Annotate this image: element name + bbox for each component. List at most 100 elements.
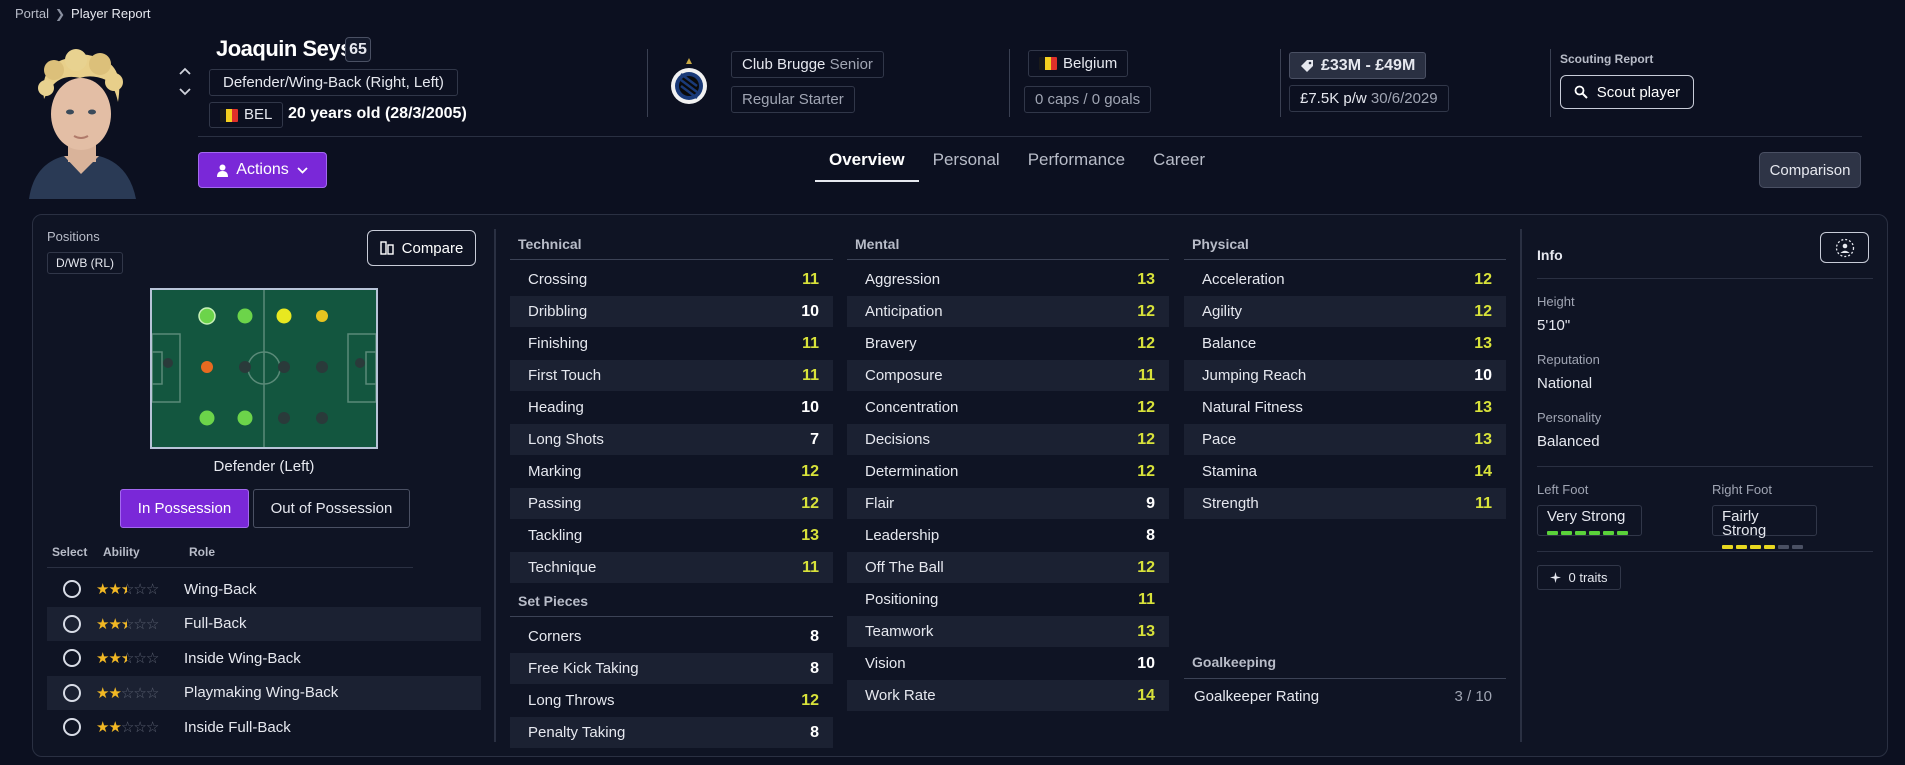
attribute-value: 12 bbox=[801, 462, 819, 480]
role-name: Inside Full-Back bbox=[184, 718, 291, 736]
position-pitch bbox=[150, 288, 378, 449]
attribute-value: 11 bbox=[1138, 590, 1155, 608]
attribute-row: Long Shots 7 bbox=[510, 424, 833, 455]
attribute-row: Vision 10 bbox=[847, 648, 1169, 679]
attribute-value: 11 bbox=[802, 334, 819, 352]
attribute-row: Leadership 8 bbox=[847, 520, 1169, 551]
attribute-row: Crossing 11 bbox=[510, 264, 833, 295]
attribute-value: 12 bbox=[1137, 398, 1155, 416]
compare-button[interactable]: Compare bbox=[367, 230, 476, 266]
info-divider bbox=[1537, 278, 1873, 279]
attribute-row: Penalty Taking 8 bbox=[510, 717, 833, 748]
physical-title: Physical bbox=[1192, 236, 1249, 252]
attribute-row: Strength 11 bbox=[1184, 488, 1506, 519]
next-player-button[interactable] bbox=[176, 83, 194, 101]
attribute-value: 14 bbox=[1474, 462, 1492, 480]
role-row[interactable]: ★★☆★☆☆Inside Wing-Back bbox=[47, 641, 481, 675]
role-select-radio[interactable] bbox=[63, 614, 81, 633]
profile-icon bbox=[1835, 238, 1854, 257]
person-icon bbox=[217, 164, 229, 177]
attribute-name: Composure bbox=[865, 367, 943, 384]
attribute-row: Marking 12 bbox=[510, 456, 833, 487]
attribute-value: 9 bbox=[1146, 494, 1155, 512]
tab-career[interactable]: Career bbox=[1139, 150, 1219, 182]
star-icon: ★ bbox=[108, 650, 121, 667]
attribute-name: Decisions bbox=[865, 431, 931, 448]
attribute-value: 8 bbox=[810, 723, 819, 741]
star-icon: ☆ bbox=[133, 684, 146, 702]
traits-button[interactable]: 0 traits bbox=[1537, 565, 1621, 590]
role-select-radio[interactable] bbox=[63, 718, 81, 736]
attribute-row: Dribbling 10 bbox=[510, 296, 833, 327]
role-select-radio[interactable] bbox=[63, 683, 81, 702]
foot-strength-bar bbox=[1547, 531, 1558, 535]
header-divider bbox=[1280, 49, 1281, 117]
attribute-name: Pace bbox=[1202, 431, 1237, 448]
personality-value: Balanced bbox=[1537, 433, 1600, 450]
attribute-name: Positioning bbox=[865, 591, 939, 608]
player-name: Joaquin Seys bbox=[216, 36, 352, 61]
value-chip: £33M - £49M bbox=[1289, 52, 1427, 79]
chevron-down-icon bbox=[179, 88, 191, 96]
attribute-name: Dribbling bbox=[528, 303, 588, 320]
tab-overview[interactable]: Overview bbox=[815, 150, 919, 182]
chevron-down-icon bbox=[297, 166, 308, 174]
comparison-button[interactable]: Comparison bbox=[1759, 152, 1861, 188]
attribute-value: 12 bbox=[1474, 270, 1492, 288]
right-foot-rating: Fairly Strong bbox=[1712, 505, 1817, 549]
attribute-row: Finishing 11 bbox=[510, 328, 833, 359]
club-chip[interactable]: Club Brugge Senior bbox=[731, 51, 884, 78]
attribute-row: Bravery 12 bbox=[847, 328, 1169, 359]
actions-button[interactable]: Actions bbox=[198, 152, 327, 188]
role-row[interactable]: ★★☆☆☆ Inside Full-Back bbox=[47, 710, 481, 744]
belgium-flag-icon bbox=[1039, 57, 1057, 70]
player-photo bbox=[14, 44, 149, 199]
scout-player-label: Scout player bbox=[1596, 83, 1681, 101]
star-icon: ★ bbox=[96, 684, 109, 702]
role-row[interactable]: ★★☆☆☆ Playmaking Wing-Back bbox=[47, 675, 481, 710]
nation-chip[interactable]: Belgium bbox=[1028, 50, 1129, 77]
scout-player-button[interactable]: Scout player bbox=[1560, 75, 1694, 109]
info-divider bbox=[1537, 466, 1873, 467]
attribute-value: 12 bbox=[1137, 462, 1155, 480]
contract-expiry: 30/6/2029 bbox=[1370, 90, 1438, 107]
previous-player-button[interactable] bbox=[176, 62, 194, 80]
star-icon: ☆ bbox=[120, 684, 134, 702]
attribute-row: Passing 12 bbox=[510, 488, 833, 519]
star-icon: ★ bbox=[96, 581, 109, 598]
mental-divider bbox=[847, 259, 1169, 260]
role-select-radio[interactable] bbox=[63, 649, 81, 667]
attribute-name: Heading bbox=[528, 399, 584, 416]
breadcrumb-portal[interactable]: Portal bbox=[15, 6, 49, 21]
value-range: £33M - £49M bbox=[1321, 57, 1416, 74]
attribute-name: Long Shots bbox=[528, 431, 604, 448]
attribute-name: Bravery bbox=[865, 335, 917, 352]
physical-attributes: Acceleration 12 Agility 12 Balance 13 Jumping … bbox=[1184, 264, 1506, 520]
role-row[interactable]: ★★☆★☆☆Full-Back bbox=[47, 606, 481, 641]
role-name: Wing-Back bbox=[184, 580, 257, 598]
mental-attributes: Aggression 13 Anticipation 12 Bravery 12 Compo… bbox=[847, 264, 1169, 712]
info-divider bbox=[1537, 551, 1873, 552]
foot-strength-bar bbox=[1561, 531, 1572, 535]
star-icon: ☆ bbox=[145, 615, 159, 633]
role-select-radio[interactable] bbox=[63, 580, 81, 598]
role-row[interactable]: ★★☆★☆☆Wing-Back bbox=[47, 572, 481, 606]
attribute-value: 11 bbox=[1138, 366, 1155, 384]
right-foot-value: Fairly Strong bbox=[1722, 508, 1767, 539]
attribute-value: 12 bbox=[1137, 430, 1155, 448]
goalkeeper-rating-label: Goalkeeper Rating bbox=[1194, 688, 1320, 705]
tab-performance[interactable]: Performance bbox=[1014, 150, 1139, 182]
out-of-possession-toggle[interactable]: Out of Possession bbox=[253, 489, 410, 528]
in-possession-toggle[interactable]: In Possession bbox=[120, 489, 249, 528]
club-brugge-logo[interactable] bbox=[668, 56, 710, 106]
attribute-name: Off The Ball bbox=[865, 559, 944, 576]
belgium-flag-icon bbox=[220, 108, 238, 122]
attribute-row: Acceleration 12 bbox=[1184, 264, 1506, 295]
attribute-name: Leadership bbox=[865, 527, 940, 544]
player-age: 20 years old (28/3/2005) bbox=[288, 105, 467, 122]
tab-personal[interactable]: Personal bbox=[919, 150, 1014, 182]
star-icon: ★ bbox=[108, 581, 121, 598]
player-profile-button[interactable] bbox=[1820, 232, 1869, 263]
position-tag: D/WB (RL) bbox=[47, 252, 123, 274]
attribute-value: 13 bbox=[1137, 270, 1155, 288]
